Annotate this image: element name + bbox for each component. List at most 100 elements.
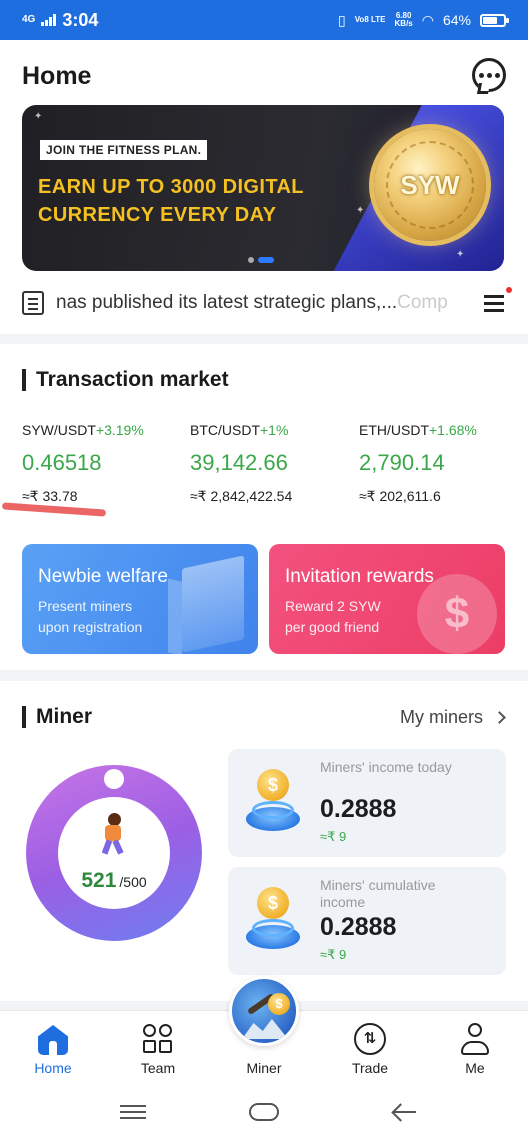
ticker-pair-line: BTC/USDT+1% [190, 422, 350, 438]
ticker-pair: ETH/USDT [359, 422, 429, 438]
ticker-change: +1.68% [429, 422, 477, 438]
news-next: Comp [397, 292, 448, 313]
carousel-dot-active[interactable] [258, 257, 274, 263]
promo-line1: Present miners [38, 598, 133, 614]
ticker-change: +3.19% [95, 422, 144, 438]
notification-dot [506, 287, 512, 293]
nav-trade[interactable]: ⇅ Trade [330, 1011, 410, 1081]
miner-count: 521/500 [26, 869, 202, 893]
nav-label: Home [34, 1060, 72, 1076]
trade-icon: ⇅ [354, 1023, 386, 1055]
ticker-approx: ≈₹ 33.78 [22, 488, 78, 504]
coin-stack-icon: $ [244, 767, 302, 839]
signal-icon [41, 14, 57, 26]
banner-tag: JOIN THE FITNESS PLAN. [40, 140, 208, 160]
miner-icon[interactable]: $ [229, 976, 299, 1046]
transaction-market-section: Transaction market SYW/USDT+3.19% 0.4651… [0, 344, 528, 670]
ticker-pair: SYW/USDT [22, 422, 96, 438]
coin-text: SYW [386, 141, 474, 229]
chevron-right-icon [493, 711, 506, 724]
promo-line2: per good friend [285, 619, 380, 635]
page-title: Home [22, 62, 92, 90]
ticker-price: 2,790.14 [359, 450, 445, 475]
battery-percent: 64% [442, 12, 471, 28]
nav-team[interactable]: Team [118, 1011, 198, 1081]
sparkle-icon: ✦ [456, 249, 465, 260]
status-bar: 4G 3:04 ▯ Vo8 LTE 6.80 KB/s ◠ 64% [0, 0, 528, 40]
carousel-indicator [248, 257, 274, 263]
nav-label: Team [140, 1060, 176, 1076]
battery-fill [483, 16, 498, 24]
home-button-icon[interactable] [249, 1103, 279, 1121]
income-today-card: $ Miners' income today 0.2888 ≈₹ 9 [228, 749, 506, 857]
banner-headline-line2: CURRENCY EVERY DAY [38, 204, 277, 226]
vibrate-icon: ▯ [337, 11, 346, 28]
ticker-price: 0.46518 [22, 450, 102, 475]
recent-apps-icon[interactable] [120, 1104, 146, 1120]
newbie-welfare-card[interactable]: Newbie welfare Present miners upon regis… [22, 544, 258, 654]
banner-headline: EARN UP TO 3000 DIGITAL CURRENCY EVERY D… [38, 173, 378, 229]
system-nav-bar [0, 1080, 528, 1144]
income-today-value: 0.2888 [320, 795, 397, 823]
runner-icon [100, 813, 128, 857]
ring-knob [104, 769, 124, 789]
ticker-approx: ≈₹ 202,611.6 [359, 488, 441, 504]
net-speed: 6.80 KB/s [395, 12, 413, 28]
wifi-icon: ◠ [421, 11, 434, 28]
promo-subtitle: Present miners upon registration [38, 596, 242, 638]
promo-line2: upon registration [38, 619, 143, 635]
ticker-syw[interactable]: SYW/USDT+3.19% 0.46518 ≈₹ 33.78 [22, 422, 182, 505]
team-icon [142, 1023, 174, 1055]
nav-home[interactable]: Home [13, 1011, 93, 1081]
section-title-market: Transaction market [22, 368, 229, 392]
ticker-approx: ≈₹ 2,842,422.54 [190, 488, 293, 504]
ticker-pair-line: ETH/USDT+1.68% [359, 422, 519, 438]
nav-me[interactable]: Me [435, 1011, 515, 1081]
news-text[interactable]: nas published its latest strategic plans… [56, 292, 474, 314]
back-arrow-icon[interactable] [392, 1103, 416, 1121]
cumulative-income-label: Miners' cumulative income [320, 877, 436, 910]
ticker-change: +1% [260, 422, 289, 438]
nav-label: Miner [246, 1060, 282, 1076]
ticker-pair: BTC/USDT [190, 422, 260, 438]
promo-banner[interactable]: ✦ ✦ ✦ JOIN THE FITNESS PLAN. EARN UP TO … [22, 105, 504, 271]
nav-label: Me [465, 1060, 485, 1076]
coin-stack-icon: $ [244, 885, 302, 957]
banner-headline-line1: EARN UP TO 3000 DIGITAL [38, 176, 304, 198]
ticker-price: 39,142.66 [190, 450, 288, 475]
income-today-label: Miners' income today [320, 759, 452, 775]
miner-count-value: 521 [81, 869, 117, 892]
network-type: 4G [22, 14, 36, 25]
promo-subtitle: Reward 2 SYW per good friend [285, 596, 489, 638]
cumulative-income-fiat: ≈₹ 9 [320, 947, 347, 962]
miner-count-total: /500 [119, 874, 147, 890]
chat-bubble-icon[interactable] [472, 58, 506, 92]
invitation-rewards-card[interactable]: $ Invitation rewards Reward 2 SYW per go… [269, 544, 505, 654]
ticker-eth[interactable]: ETH/USDT+1.68% 2,790.14 ≈₹ 202,611.6 [359, 422, 519, 505]
news-ticker[interactable]: nas published its latest strategic plans… [22, 287, 512, 318]
miner-section: Miner My miners 521/500 $ Miners' income… [0, 681, 528, 1001]
carousel-dot[interactable] [248, 257, 254, 263]
my-miners-label: My miners [399, 707, 483, 727]
status-right: ▯ Vo8 LTE 6.80 KB/s ◠ 64% [337, 11, 509, 29]
home-header-section: Home ✦ ✦ ✦ JOIN THE FITNESS PLAN. EARN U… [0, 40, 528, 334]
net-speed-unit: KB/s [394, 19, 413, 28]
income-today-fiat: ≈₹ 9 [320, 829, 347, 844]
my-miners-link[interactable]: My miners [399, 707, 506, 728]
news-headline: nas published its latest strategic plans… [56, 292, 398, 313]
ticker-pair-line: SYW/USDT+3.19% [22, 422, 182, 438]
clock: 3:04 [62, 9, 99, 30]
syw-coin-icon: SYW [374, 129, 486, 241]
cumulative-income-value: 0.2888 [320, 913, 397, 941]
menu-icon[interactable] [484, 287, 512, 313]
ticker-btc[interactable]: BTC/USDT+1% 39,142.66 ≈₹ 2,842,422.54 [190, 422, 350, 505]
sparkle-icon: ✦ [34, 111, 43, 122]
user-icon [461, 1023, 489, 1055]
nav-label: Trade [351, 1060, 389, 1076]
cumulative-income-card: $ Miners' cumulative income 0.2888 ≈₹ 9 [228, 867, 506, 975]
document-icon [22, 291, 44, 315]
volte-indicator: Vo8 LTE [354, 15, 386, 24]
battery-icon [480, 13, 509, 27]
miner-count-ring: 521/500 [26, 765, 202, 941]
section-title-miner: Miner [22, 705, 92, 729]
